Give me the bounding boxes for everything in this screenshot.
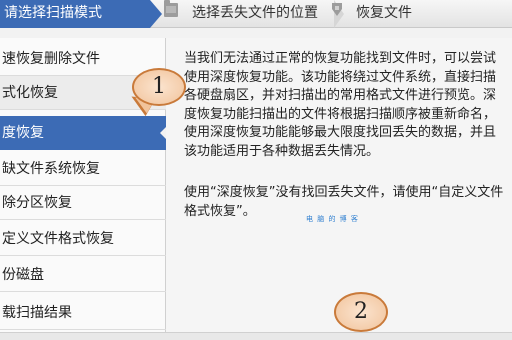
text-line: 使用深度恢复功能能够最大限度找回丢失的数据，并且 <box>184 125 497 140</box>
sidebar-item-custom-format-recover[interactable]: 定义文件格式恢复 <box>0 222 166 256</box>
text-line: 各硬盘扇区，并对扫描出的常用格式文件进行预览。深 <box>184 88 497 103</box>
description-paragraph: 当我们无法通过正常的恢复功能找到文件时，可以尝试 使用深度恢复功能。该功能将绕过… <box>184 50 512 161</box>
sidebar-item-partition-recover[interactable]: 除分区恢复 <box>0 186 166 220</box>
step-select-scan-mode[interactable]: 请选择扫描模式 <box>0 0 150 28</box>
watermark: 电 脑 的 博 客 <box>306 215 359 223</box>
bottom-bar <box>0 332 512 340</box>
sidebar-item-load-scan-result[interactable]: 载扫描结果 <box>0 296 166 330</box>
text-line: 当我们无法通过正常的恢复功能找到文件时，可以尝试 <box>184 51 497 66</box>
folder-icon <box>164 0 178 17</box>
step-recover-files[interactable]: 恢复文件 <box>356 0 412 28</box>
sidebar-item-filesystem-recover[interactable]: 缺文件系统恢复 <box>0 152 166 186</box>
sidebar-item-deep-recover[interactable]: 度恢复 <box>0 116 166 150</box>
text-line: 使用“深度恢复”没有找回丢失文件，请使用“自定义文件 <box>184 185 504 200</box>
text-line: 该功能适用于各种数据丢失情况。 <box>184 143 380 159</box>
text-line: 使用深度恢复功能。该功能将绕过文件系统，直接扫描 <box>184 69 497 85</box>
step-bar: 请选择扫描模式 选择丢失文件的位置 恢复文件 <box>0 0 512 28</box>
sidebar-item-quick-recover[interactable]: 速恢复删除文件 <box>0 42 166 76</box>
text-line: 度恢复功能扫描出的文件将根据扫描顺序被重新命名， <box>184 106 497 122</box>
description-panel: 当我们无法通过正常的恢复功能找到文件时，可以尝试 使用深度恢复功能。该功能将绕过… <box>166 38 512 340</box>
callout-marker-2: 2 <box>334 292 388 332</box>
recover-icon <box>332 3 342 16</box>
sidebar-item-backup-disk[interactable]: 份磁盘 <box>0 258 166 292</box>
step-select-location[interactable]: 选择丢失文件的位置 <box>192 0 318 28</box>
app-window: 请选择扫描模式 选择丢失文件的位置 恢复文件 速恢复删除文件 式化恢复 度恢复 … <box>0 0 512 340</box>
callout-marker-1: 1 <box>132 68 186 106</box>
step-arrow <box>150 0 162 28</box>
